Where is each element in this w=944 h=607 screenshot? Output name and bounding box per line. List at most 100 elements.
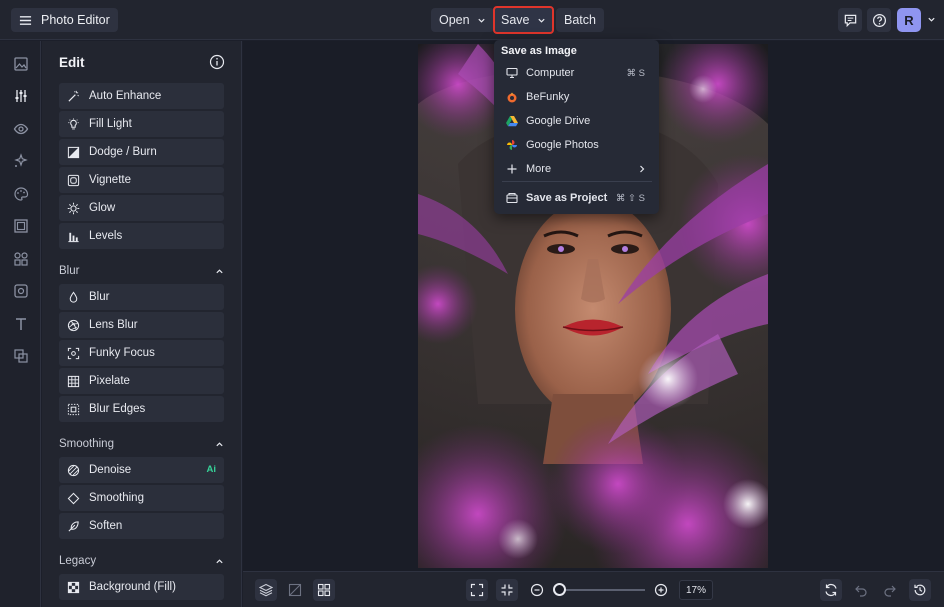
graphics-icon[interactable]: [12, 250, 29, 267]
info-icon[interactable]: [209, 54, 225, 70]
vignette-icon: [67, 174, 80, 186]
chevron-down-icon[interactable]: [927, 15, 936, 24]
panel-title: Edit: [59, 55, 85, 70]
zoom-out-button[interactable]: [527, 580, 547, 600]
redo-icon: [884, 585, 896, 597]
chevron-up-icon: [216, 558, 223, 563]
save-as-project[interactable]: Save as Project ⌘ ⇧ S: [494, 187, 659, 209]
tool-label: Auto Enhance: [89, 90, 162, 102]
tool-lens-blur[interactable]: Lens Blur: [59, 312, 224, 338]
frame-icon[interactable]: [12, 217, 29, 234]
layers-overlay-icon[interactable]: [12, 347, 29, 364]
grid-view-icon: [317, 583, 331, 597]
grid-view-button[interactable]: [313, 579, 335, 601]
tool-funky-focus[interactable]: Funky Focus: [59, 340, 224, 366]
redo-button[interactable]: [880, 580, 900, 600]
app-menu-button[interactable]: Photo Editor: [11, 8, 118, 32]
chevron-down-icon: [477, 18, 485, 23]
refresh-icon: [825, 583, 837, 597]
aperture-icon: [67, 319, 80, 331]
tool-glow[interactable]: Glow: [59, 195, 224, 221]
magic-sparkle-icon[interactable]: [12, 152, 29, 169]
save-to-computer[interactable]: Computer ⌘ S: [494, 62, 659, 84]
fit-screen-icon: [470, 583, 484, 597]
chevron-right-icon: [640, 165, 645, 173]
layers-button[interactable]: [255, 579, 277, 601]
tool-levels[interactable]: Levels: [59, 223, 224, 249]
top-bar: Photo Editor Open Save Batch R: [0, 0, 944, 40]
tool-fill-light[interactable]: Fill Light: [59, 111, 224, 137]
save-to-google-photos[interactable]: Google Photos: [494, 134, 659, 156]
save-label: Save: [501, 13, 530, 27]
text-icon[interactable]: [12, 315, 29, 332]
tool-soften[interactable]: Soften: [59, 513, 224, 539]
layers-icon: [259, 583, 273, 597]
lightbulb-icon: [68, 117, 79, 129]
tool-auto-enhance[interactable]: Auto Enhance: [59, 83, 224, 109]
section-blur-header[interactable]: Blur: [59, 263, 224, 279]
eye-icon[interactable]: [12, 120, 29, 137]
tool-label: Smoothing: [89, 492, 144, 504]
help-button[interactable]: [867, 8, 891, 32]
tool-vignette[interactable]: Vignette: [59, 167, 224, 193]
glow-icon: [67, 202, 80, 214]
open-button[interactable]: Open: [431, 8, 494, 32]
undo-button[interactable]: [851, 580, 871, 600]
tool-denoise[interactable]: Denoise Ai: [59, 457, 224, 483]
diamond-icon: [67, 492, 80, 504]
tool-label: Fill Light: [89, 118, 132, 130]
chevron-up-icon: [216, 268, 223, 273]
history-icon: [914, 584, 926, 596]
zoom-percentage[interactable]: 17%: [679, 580, 713, 600]
user-avatar[interactable]: R: [897, 8, 921, 32]
levels-icon: [68, 232, 79, 242]
tool-label: Funky Focus: [89, 347, 155, 359]
compare-icon: [288, 583, 302, 597]
save-more[interactable]: More: [494, 158, 659, 180]
tool-label: Dodge / Burn: [89, 146, 157, 158]
menu-item-label: Computer: [526, 67, 575, 79]
google-drive-icon: [506, 116, 518, 127]
actual-size-button[interactable]: [496, 579, 518, 601]
zoom-in-button[interactable]: [651, 580, 671, 600]
tool-label: Levels: [89, 230, 123, 242]
save-to-google-drive[interactable]: Google Drive: [494, 110, 659, 132]
chevron-up-icon: [216, 441, 223, 446]
zoom-in-icon: [654, 583, 668, 597]
open-label: Open: [439, 13, 470, 27]
history-button[interactable]: [909, 579, 931, 601]
compare-button[interactable]: [285, 580, 305, 600]
tool-dodge-burn[interactable]: Dodge / Burn: [59, 139, 224, 165]
image-icon[interactable]: [12, 55, 29, 72]
zoom-slider-track[interactable]: [559, 589, 645, 591]
batch-button[interactable]: Batch: [556, 8, 604, 32]
texture-icon[interactable]: [12, 282, 29, 299]
menu-divider: [502, 181, 652, 182]
tool-label: Vignette: [89, 174, 131, 186]
feedback-button[interactable]: [838, 8, 862, 32]
tool-label: Denoise: [89, 464, 132, 476]
tool-smoothing[interactable]: Smoothing: [59, 485, 224, 511]
edit-panel: Edit Auto Enhance Fill Light Dodge / Bur…: [42, 41, 242, 607]
fit-to-screen-button[interactable]: [466, 579, 488, 601]
tool-label: Soften: [89, 520, 123, 532]
tool-rail: [0, 41, 41, 607]
section-smoothing-header[interactable]: Smoothing: [59, 436, 224, 452]
zoom-slider-handle[interactable]: [553, 583, 566, 596]
ai-badge: Ai: [206, 464, 217, 475]
save-to-befunky[interactable]: BeFunky: [494, 86, 659, 108]
save-button[interactable]: Save: [493, 6, 554, 34]
adjust-sliders-icon[interactable]: [12, 87, 29, 104]
reset-button[interactable]: [820, 579, 842, 601]
tool-background-fill[interactable]: Background (Fill): [59, 574, 224, 600]
comment-icon: [844, 14, 856, 27]
bottom-toolbar: 17%: [243, 571, 944, 607]
tool-pixelate[interactable]: Pixelate: [59, 368, 224, 394]
section-legacy-header[interactable]: Legacy: [59, 553, 224, 569]
palette-icon[interactable]: [12, 185, 29, 202]
hamburger-icon: [19, 15, 32, 25]
tool-blur[interactable]: Blur: [59, 284, 224, 310]
tool-blur-edges[interactable]: Blur Edges: [59, 396, 224, 422]
focus-icon: [67, 347, 80, 359]
tool-label: Background (Fill): [89, 581, 176, 593]
